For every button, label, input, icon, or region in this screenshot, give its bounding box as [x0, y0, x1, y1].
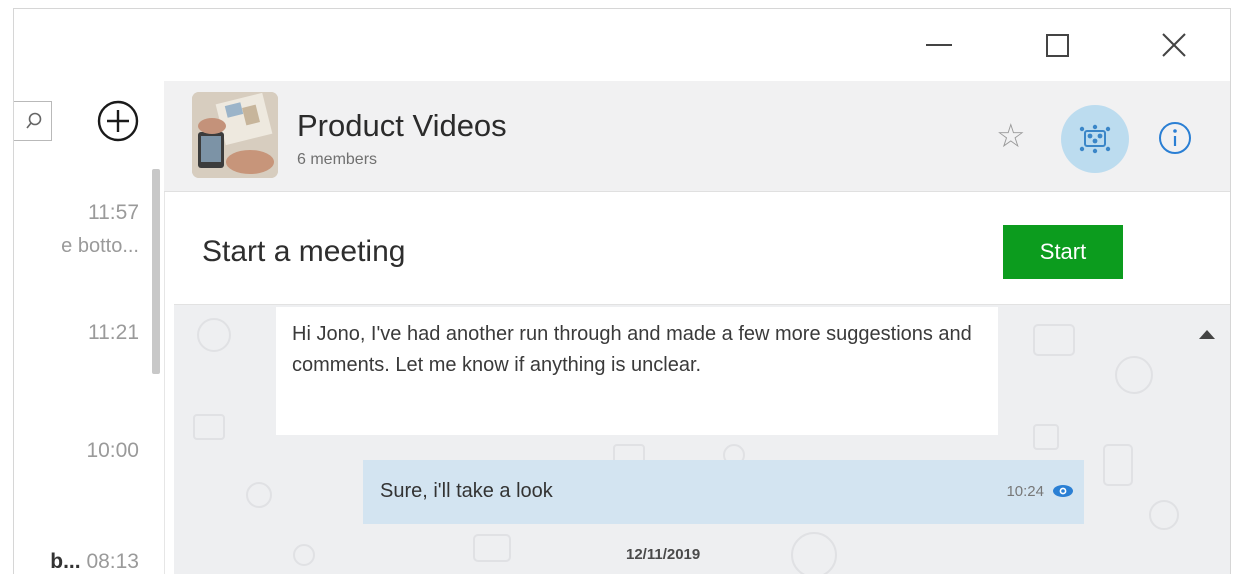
- chat-time: 11:21: [88, 321, 139, 344]
- close-button[interactable]: [1154, 27, 1194, 63]
- favorite-button[interactable]: ☆: [996, 119, 1026, 152]
- meeting-icon: [1079, 124, 1111, 154]
- maximize-icon: [1045, 33, 1069, 57]
- chat-name: b...: [50, 550, 81, 573]
- app-window: 11:57 e botto... 11:21 10:00 b... 08:13: [13, 8, 1231, 574]
- incoming-message-text: Hi Jono, I've had another run through an…: [292, 323, 972, 376]
- conversation-header: Product Videos 6 members ☆: [164, 81, 1230, 192]
- incoming-message[interactable]: Hi Jono, I've had another run through an…: [276, 307, 998, 435]
- meeting-button[interactable]: [1061, 105, 1129, 173]
- message-time: 10:24: [1006, 483, 1044, 500]
- maximize-button[interactable]: [1037, 27, 1077, 63]
- minimize-icon: [926, 44, 952, 46]
- conversation-area: Hi Jono, I've had another run through an…: [174, 305, 1230, 574]
- outgoing-message-text: Sure, i'll take a look: [380, 480, 553, 502]
- start-meeting-button[interactable]: Start: [1003, 225, 1123, 279]
- star-icon: ☆: [996, 117, 1026, 154]
- group-title: Product Videos: [297, 108, 507, 143]
- info-icon: [1159, 122, 1191, 154]
- title-bar: [14, 9, 1230, 81]
- meeting-banner: Start a meeting Start: [174, 192, 1230, 305]
- chat-list-scrollbar[interactable]: [152, 169, 160, 374]
- search-button[interactable]: [14, 101, 52, 141]
- chat-time: 10:00: [86, 439, 139, 462]
- group-avatar[interactable]: [192, 92, 278, 178]
- meeting-banner-label: Start a meeting: [202, 235, 406, 268]
- chat-snippet: e botto...: [61, 235, 139, 257]
- eye-icon: [1053, 485, 1073, 497]
- plus-circle-icon: [97, 100, 139, 142]
- chat-time-row: b... 08:13: [50, 550, 139, 574]
- group-avatar-image: [192, 92, 278, 178]
- chat-time: 11:57: [88, 201, 139, 224]
- date-separator: 12/11/2019: [626, 546, 701, 563]
- chat-time: 08:13: [86, 550, 139, 573]
- chat-list-item[interactable]: b... 08:13: [14, 547, 139, 574]
- close-icon: [1162, 33, 1186, 57]
- chat-list-panel: 11:57 e botto... 11:21 10:00 b... 08:13: [14, 81, 165, 574]
- outgoing-message[interactable]: Sure, i'll take a look 10:24: [363, 460, 1084, 524]
- minimize-button[interactable]: [919, 27, 959, 63]
- group-member-count: 6 members: [297, 151, 378, 168]
- info-button[interactable]: [1158, 121, 1192, 155]
- chat-list-item[interactable]: 11:21: [14, 313, 139, 373]
- chat-list-item[interactable]: 11:57 e botto...: [14, 193, 139, 273]
- search-icon: [26, 112, 42, 129]
- new-chat-button[interactable]: [96, 99, 140, 143]
- chevron-up-icon[interactable]: [1199, 330, 1215, 339]
- chat-list-item[interactable]: 10:00: [14, 433, 139, 493]
